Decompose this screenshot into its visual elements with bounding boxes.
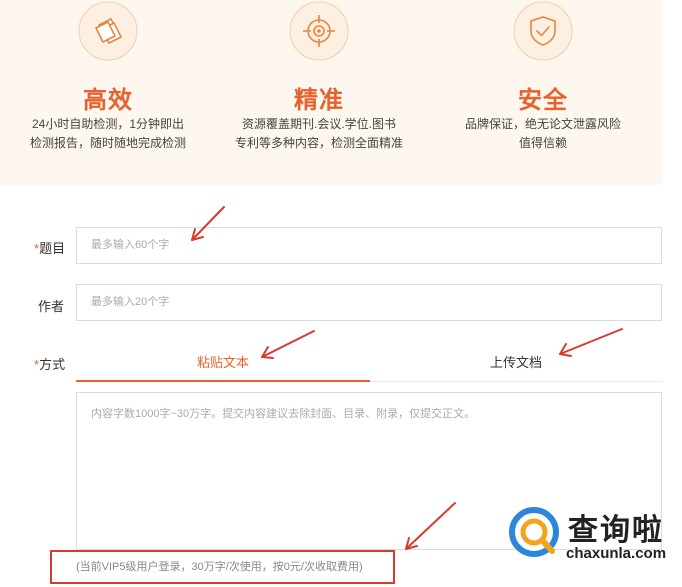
magnifier-logo-icon bbox=[509, 507, 559, 557]
arrow-to-paste-tab-icon bbox=[261, 330, 315, 359]
chaxunla-watermark: 查询啦 chaxunla.com bbox=[506, 500, 682, 587]
annotation-arrows bbox=[191, 206, 623, 550]
arrow-to-title-icon bbox=[191, 206, 225, 241]
arrow-to-upload-tab-icon bbox=[559, 328, 623, 357]
arrow-to-notice-icon bbox=[405, 502, 456, 550]
watermark-text: 查询啦 bbox=[568, 513, 664, 548]
watermark-url: chaxunla.com bbox=[566, 545, 667, 562]
